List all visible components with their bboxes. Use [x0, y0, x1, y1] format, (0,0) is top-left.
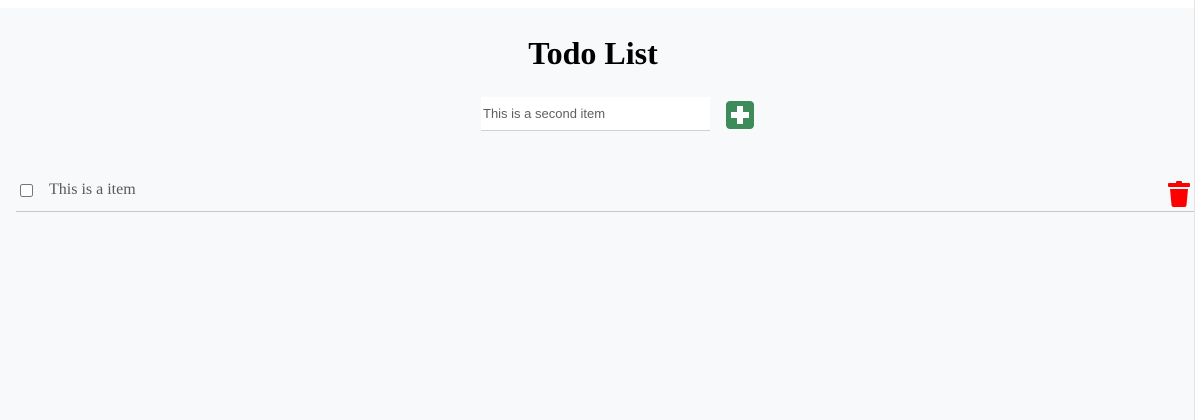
todo-text: This is a item [49, 181, 136, 198]
app-viewport: Todo List This is a item [0, 8, 1194, 420]
delete-todo-button[interactable] [1168, 181, 1190, 207]
todo-input[interactable] [481, 97, 710, 131]
page-title: Todo List [528, 35, 658, 71]
trash-icon [1168, 181, 1190, 207]
add-todo-button[interactable] [726, 101, 754, 129]
todo-checkbox[interactable] [20, 184, 33, 197]
scrollbar[interactable] [1194, 0, 1200, 420]
todo-list: This is a item [16, 171, 1194, 212]
todo-item: This is a item [16, 171, 1194, 212]
